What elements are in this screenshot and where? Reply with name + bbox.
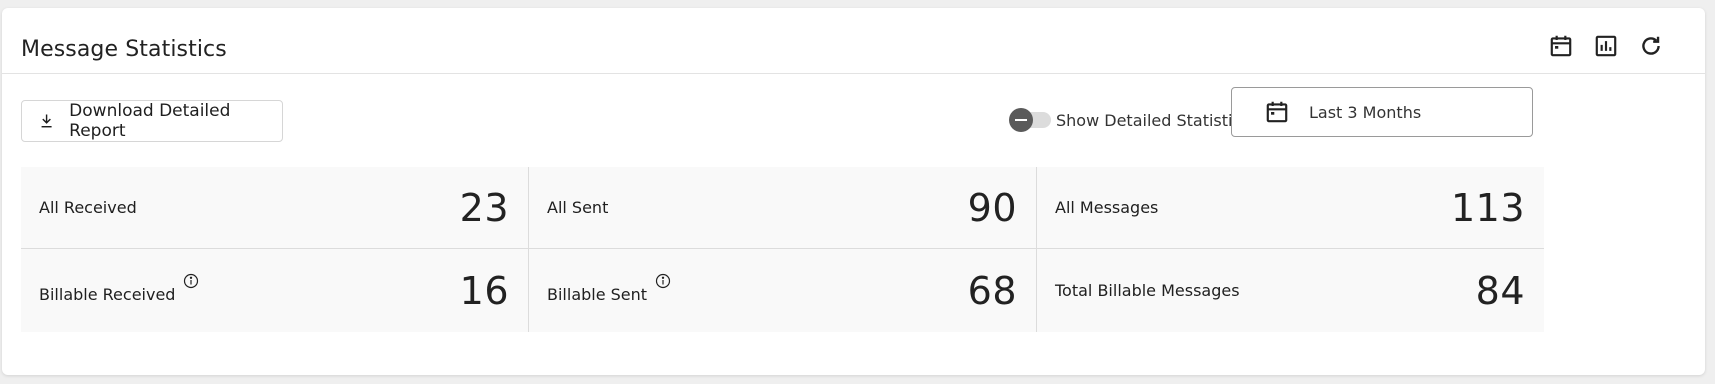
detailed-stats-toggle[interactable] <box>1009 108 1051 132</box>
date-range-select[interactable]: Last 3 Months <box>1231 87 1533 137</box>
stat-label: All Received <box>39 198 137 217</box>
calendar-icon[interactable] <box>1547 32 1575 60</box>
stat-value: 23 <box>459 185 509 230</box>
stat-label-group: Billable Sent <box>547 273 671 304</box>
calendar-icon <box>1266 101 1288 123</box>
stat-value: 90 <box>967 185 1017 230</box>
stat-value: 84 <box>1475 268 1525 313</box>
stat-total-billable: Total Billable Messages 84 <box>1036 249 1544 332</box>
toggle-knob <box>1009 108 1033 132</box>
download-report-button[interactable]: Download Detailed Report <box>21 100 283 142</box>
download-report-label: Download Detailed Report <box>69 101 231 141</box>
refresh-icon[interactable] <box>1637 32 1665 60</box>
stat-billable-sent: Billable Sent 68 <box>528 249 1036 332</box>
stat-label: Total Billable Messages <box>1055 281 1240 300</box>
page-title: Message Statistics <box>21 37 227 62</box>
stat-label: All Messages <box>1055 198 1159 217</box>
date-range-value: Last 3 Months <box>1309 102 1422 122</box>
detailed-stats-label: Show Detailed Statistics <box>1056 110 1250 130</box>
info-icon[interactable] <box>655 273 671 289</box>
card-header: Message Statistics <box>2 8 1705 74</box>
stat-label: Billable Received <box>39 285 176 304</box>
bar-chart-icon[interactable] <box>1592 32 1620 60</box>
header-actions <box>1547 32 1665 60</box>
stat-label-group: Billable Received <box>39 273 199 304</box>
stat-all-sent: All Sent 90 <box>528 167 1036 249</box>
stats-grid: All Received 23 All Sent 90 All Messages… <box>21 167 1544 332</box>
info-icon[interactable] <box>183 273 199 289</box>
stat-all-messages: All Messages 113 <box>1036 167 1544 249</box>
stat-value: 113 <box>1450 185 1525 230</box>
stat-label: Billable Sent <box>547 285 648 304</box>
stat-billable-received: Billable Received 16 <box>21 249 528 332</box>
stat-label: All Sent <box>547 198 609 217</box>
stat-value: 16 <box>459 268 509 313</box>
stat-all-received: All Received 23 <box>21 167 528 249</box>
message-statistics-card: Message Statistics Download Detailed Rep… <box>2 8 1705 375</box>
stat-value: 68 <box>967 268 1017 313</box>
download-icon <box>41 114 52 128</box>
detailed-stats-toggle-group: Show Detailed Statistics <box>1009 108 1250 132</box>
